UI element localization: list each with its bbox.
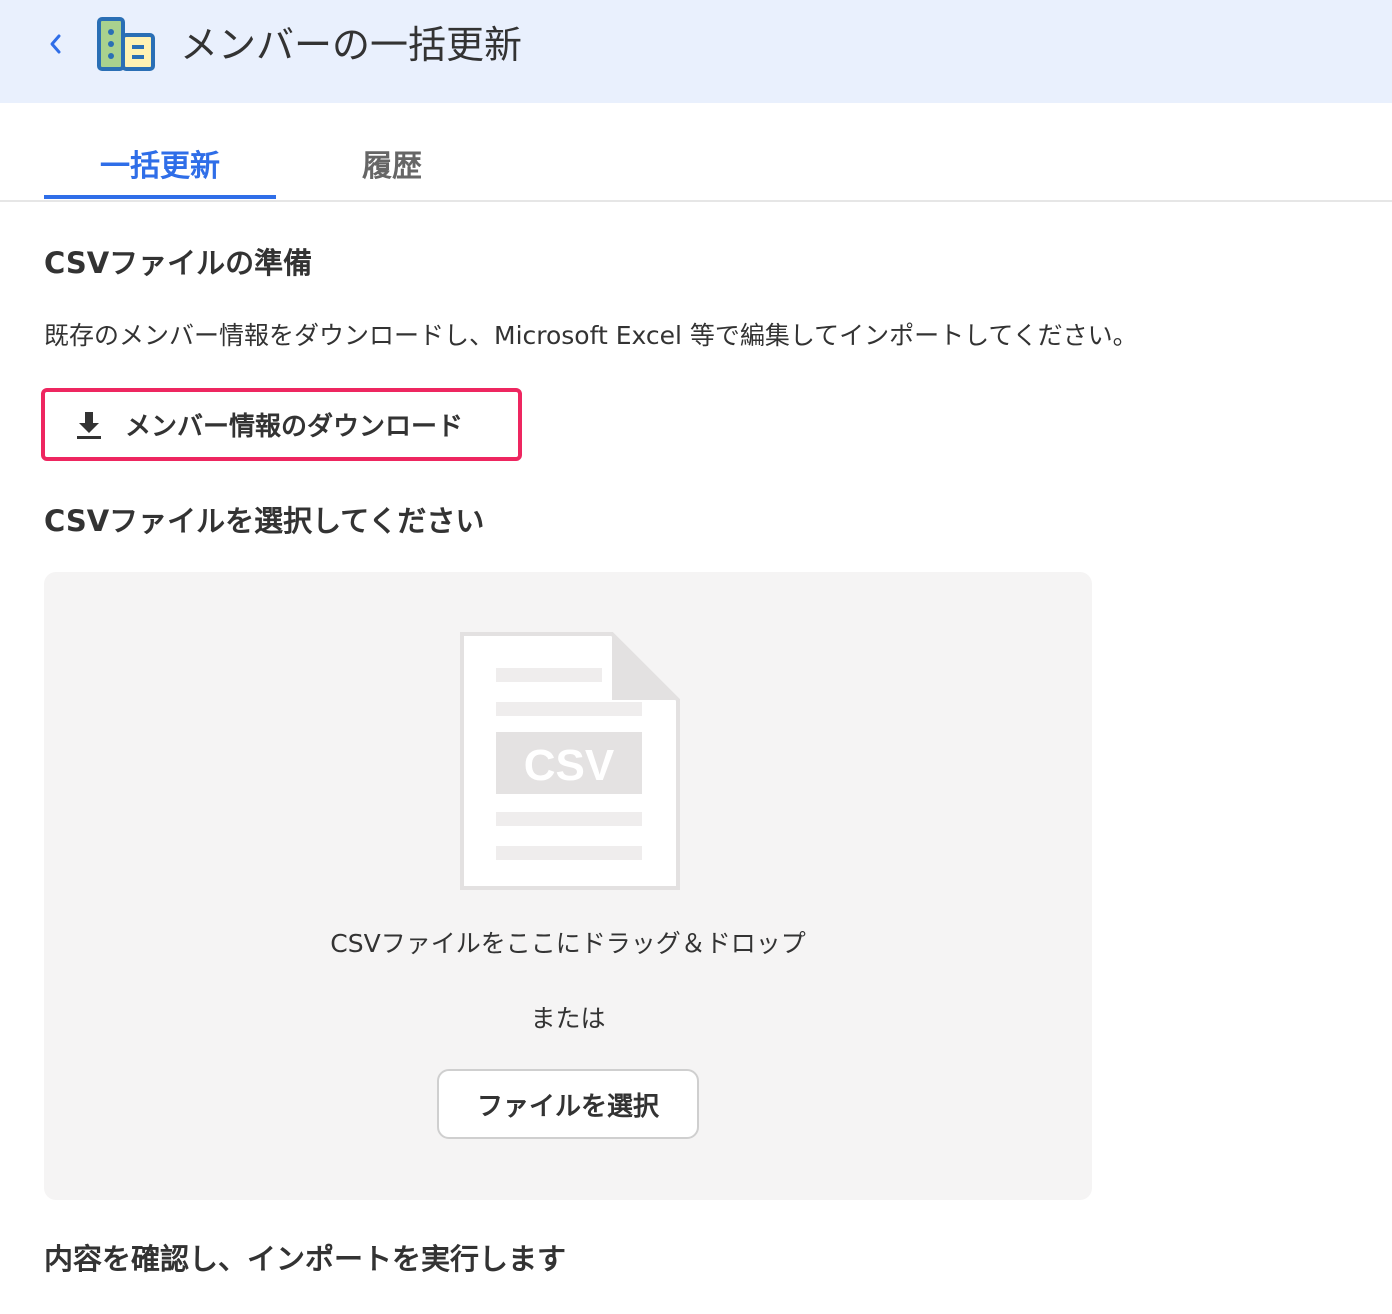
download-button-label: メンバー情報のダウンロード [125,412,464,442]
page-header: メンバーの一括更新 [0,0,1392,103]
prepare-section-title: CSVファイルの準備 [44,246,313,280]
chevron-left-icon [50,34,61,54]
prepare-description: 既存のメンバー情報をダウンロードし、Microsoft Excel 等で編集して… [44,321,1138,350]
csv-file-icon: CSV [460,632,680,890]
drag-drop-text: CSVファイルをここにドラッグ＆ドロップ [330,929,806,958]
confirm-section-title: 内容を確認し、インポートを実行します [44,1242,567,1276]
csv-illustration-label: CSV [524,741,615,790]
csv-dropzone[interactable]: CSV CSVファイルをここにドラッグ＆ドロップ または ファイルを選択 [44,572,1092,1200]
back-button[interactable] [38,26,74,62]
building-icon [97,17,155,71]
download-icon [73,409,105,441]
tab-history[interactable]: 履歴 [276,143,508,199]
tab-bulk-update[interactable]: 一括更新 [44,143,276,199]
download-members-button[interactable]: メンバー情報のダウンロード [41,388,522,461]
select-section-title: CSVファイルを選択してください [44,504,485,538]
page-title: メンバーの一括更新 [180,23,523,67]
or-text: または [530,1004,606,1033]
select-file-button[interactable]: ファイルを選択 [437,1069,699,1139]
tab-bar: 一括更新 履歴 [0,103,1392,202]
